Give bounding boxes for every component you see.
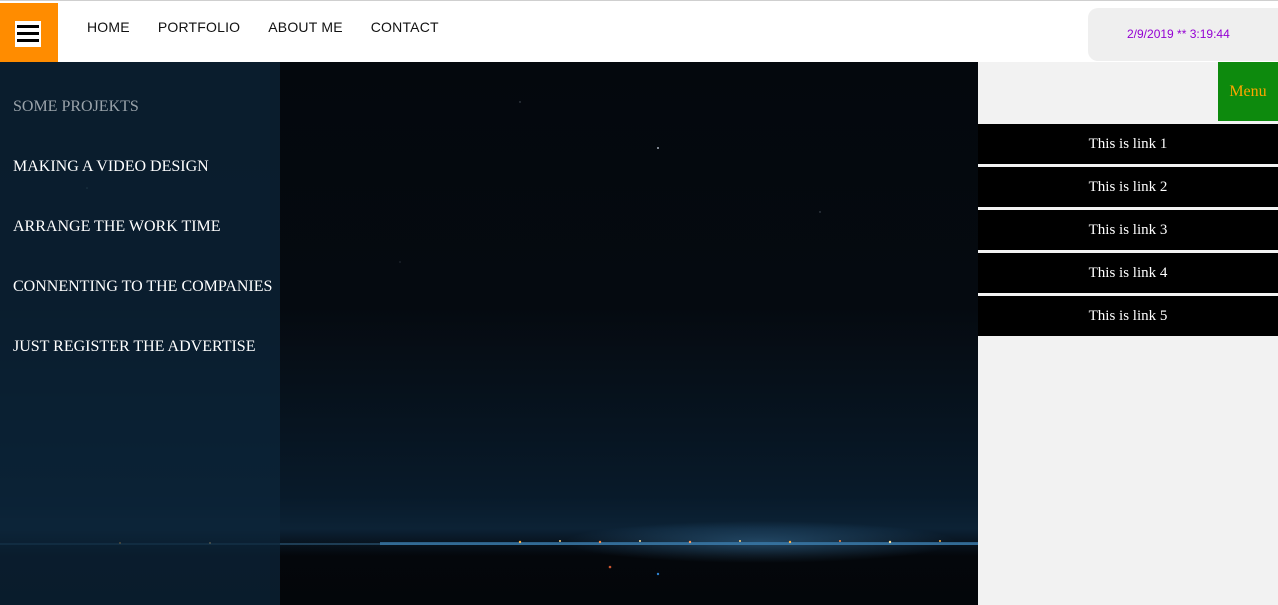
top-bar: HOME PORTFOLIO ABOUT ME CONTACT 2/9/2019… xyxy=(0,0,1278,63)
projects-heading: SOME PROJEKTS xyxy=(13,98,139,115)
nav-portfolio-link[interactable]: PORTFOLIO xyxy=(158,19,240,35)
project-item[interactable]: CONNENTING TO THE COMPANIES xyxy=(13,278,272,296)
project-item[interactable]: JUST REGISTER THE ADVERTISE xyxy=(13,338,255,356)
main-nav: HOME PORTFOLIO ABOUT ME CONTACT xyxy=(87,19,439,35)
nav-contact-link[interactable]: CONTACT xyxy=(371,19,439,35)
hamburger-menu-button[interactable] xyxy=(0,3,58,63)
side-menu-link-5[interactable]: This is link 5 xyxy=(978,296,1278,336)
datetime-text: 2/9/2019 ** 3:19:44 xyxy=(1127,27,1230,41)
side-menu-link-4[interactable]: This is link 4 xyxy=(978,253,1278,293)
side-menu-link-2[interactable]: This is link 2 xyxy=(978,167,1278,207)
side-menu-link-1[interactable]: This is link 1 xyxy=(978,124,1278,164)
side-menu-link-3[interactable]: This is link 3 xyxy=(978,210,1278,250)
project-item[interactable]: ARRANGE THE WORK TIME xyxy=(13,218,221,236)
datetime-box: 2/9/2019 ** 3:19:44 xyxy=(1088,8,1278,61)
projects-sidebar: SOME PROJEKTS MAKING A VIDEO DESIGN ARRA… xyxy=(0,62,280,605)
menu-toggle-button[interactable]: Menu xyxy=(1218,62,1278,121)
project-item[interactable]: MAKING A VIDEO DESIGN xyxy=(13,158,209,176)
nav-home-link[interactable]: HOME xyxy=(87,19,130,35)
hamburger-icon xyxy=(15,21,41,47)
side-menu-links: This is link 1 This is link 2 This is li… xyxy=(978,122,1278,336)
nav-about-me-link[interactable]: ABOUT ME xyxy=(268,19,342,35)
